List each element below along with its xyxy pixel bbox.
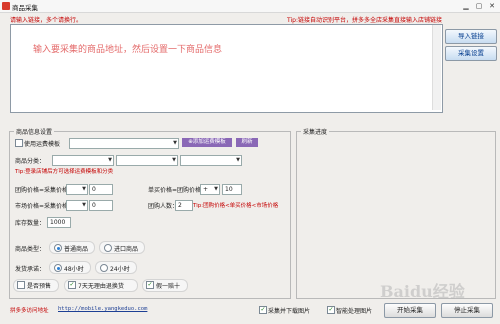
stock-label: 库存数量： [15, 220, 46, 227]
smart-images-label: 智能处理图片 [336, 308, 373, 315]
chevron-down-icon: ▼ [172, 157, 176, 163]
category-select-1[interactable]: ▼ [52, 155, 114, 166]
progress-legend: 采集进度 [303, 129, 328, 136]
baidu-watermark: Baidu经验 [380, 282, 465, 301]
ship-48h-radio[interactable] [54, 264, 62, 272]
visit-url-label: 拼多多访问地址 [10, 308, 49, 314]
start-collect-button[interactable]: 开始采集 [384, 303, 436, 318]
market-price-input[interactable]: 0 [89, 200, 113, 211]
category-select-2[interactable]: ▼ [116, 155, 178, 166]
single-price-operator-select[interactable]: + ▼ [200, 184, 220, 195]
smart-images-checkbox[interactable]: ✓ [327, 306, 335, 314]
shipping-template-checkbox[interactable] [15, 139, 23, 147]
group-size-input[interactable]: 2 [175, 200, 193, 211]
chevron-down-icon: ▼ [214, 186, 218, 192]
market-price-label: 市场价格=采集价格 [15, 203, 69, 210]
url-tip: Tip:链接自动识别平台，拼多多全店采集直接输入店铺链接 [287, 17, 442, 24]
price-tip: Tip:团购价格<单买价格<市场价格 [193, 203, 279, 209]
app-icon [2, 2, 10, 10]
shipping-tip: Tip:登录店铺后方可选择运费模板和分类 [15, 169, 114, 175]
collect-settings-button[interactable]: 采集设置 [445, 46, 497, 61]
return-checkbox[interactable]: ✓ [68, 281, 76, 289]
category-select-3[interactable]: ▼ [180, 155, 242, 166]
ship-24h-radio[interactable] [100, 264, 108, 272]
stock-input[interactable]: 1000 [47, 217, 71, 228]
product-type-normal-label: 普通商品 [64, 246, 89, 253]
group-price-input[interactable]: 0 [89, 184, 113, 195]
chevron-down-icon: ▼ [82, 186, 86, 192]
refresh-button[interactable]: 刷新 [236, 138, 258, 147]
add-shipping-template-button[interactable]: ⊕添加运费模板 [182, 138, 232, 147]
shipping-template-select[interactable]: ▼ [69, 138, 179, 149]
group-price-operator-select[interactable]: ▼ [66, 184, 88, 195]
title-bar [0, 0, 500, 13]
progress-group: 采集进度 [296, 127, 496, 299]
ship-48h-label: 48小时 [64, 266, 84, 273]
url-placeholder: 输入要采集的商品地址，然后设置一下商品信息 [33, 45, 223, 55]
chevron-down-icon: ▼ [108, 157, 112, 163]
stop-collect-button[interactable]: 停止采集 [441, 303, 493, 318]
presale-label: 是否预售 [27, 283, 52, 290]
single-price-label: 单买价格=团购价格 [148, 187, 202, 194]
product-type-import-label: 进口商品 [114, 246, 139, 253]
close-button[interactable]: ✕ [486, 1, 498, 11]
visit-url-link[interactable]: http://mobile.yangkeduo.com [58, 306, 147, 312]
group-size-label: 团购人数： [148, 203, 179, 210]
product-type-import-radio[interactable] [104, 244, 112, 252]
download-images-label: 采集并下载图片 [268, 308, 311, 315]
category-label: 商品分类： [15, 158, 46, 165]
download-images-checkbox[interactable]: ✓ [259, 306, 267, 314]
presale-checkbox[interactable] [17, 281, 25, 289]
fake-label: 假一赔十 [156, 283, 181, 290]
chevron-down-icon: ▼ [236, 157, 240, 163]
market-price-operator-select[interactable]: ▼ [66, 200, 88, 211]
window-title: 商品采集 [12, 4, 38, 12]
url-textarea[interactable] [10, 24, 443, 113]
url-hint: 请输入链接，多个请换行。 [10, 17, 83, 24]
minimize-button[interactable]: ▁ [460, 1, 472, 11]
group-price-label: 团购价格=采集价格 [15, 187, 69, 194]
product-settings-legend: 商品信息设置 [16, 129, 53, 136]
maximize-button[interactable]: ▢ [473, 1, 485, 11]
ship-promise-label: 发货承诺： [15, 266, 46, 273]
product-type-label: 商品类型： [15, 246, 46, 253]
chevron-down-icon: ▼ [82, 202, 86, 208]
return-label: 7天无理由退换货 [78, 283, 124, 290]
product-type-normal-radio[interactable] [54, 244, 62, 252]
url-scrollbar[interactable] [432, 25, 441, 110]
chevron-down-icon: ▼ [173, 140, 177, 146]
fake-checkbox[interactable]: ✓ [146, 281, 154, 289]
shipping-template-label: 使用运费模板 [24, 141, 61, 148]
ship-24h-label: 24小时 [110, 266, 130, 273]
import-links-button[interactable]: 导入链接 [445, 29, 497, 44]
single-price-input[interactable]: 10 [222, 184, 242, 195]
